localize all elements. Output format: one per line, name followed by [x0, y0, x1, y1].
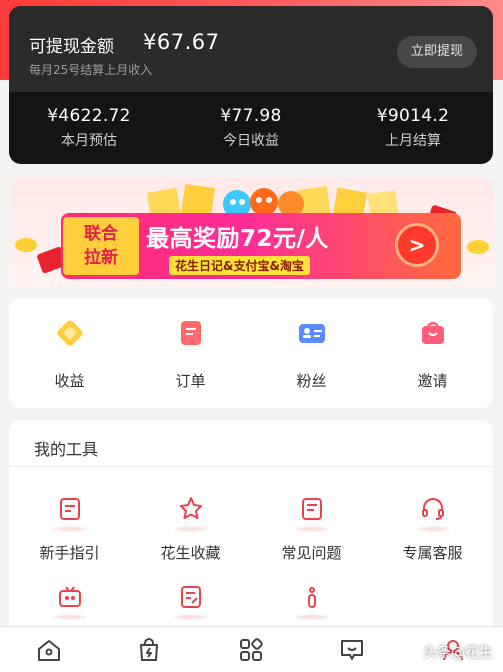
stat-label: 上月结算 [385, 133, 441, 149]
quick-item-label: 收益 [54, 372, 85, 390]
order-icon [181, 321, 201, 345]
banner-partners: 花生日记&支付宝&淘宝 [169, 256, 310, 275]
tv-icon [59, 586, 81, 607]
banner-tag-line1: 联合 [84, 224, 118, 244]
gold-coin-icon [15, 238, 37, 252]
tools-title: 我的工具 [34, 440, 99, 459]
tool-label: 常见问题 [281, 544, 342, 562]
tools-section: 我的工具 新手指引 花生收藏 常见问题 专属客服 [9, 420, 493, 660]
guide-icon [60, 498, 80, 520]
divider [9, 466, 493, 467]
fans-icon [299, 324, 325, 343]
banner-headline: 最高奖励72元/人 [146, 226, 329, 252]
apps-icon[interactable] [238, 637, 264, 663]
quick-item-label: 邀请 [417, 372, 448, 390]
tool-label: 新手指引 [39, 544, 100, 562]
withdrawable-title: 可提现金额 [29, 37, 114, 57]
quick-item-label: 订单 [175, 372, 206, 390]
watermark: 头条@花生 [423, 645, 493, 661]
quick-item-label: 粉丝 [296, 372, 327, 390]
tool-label: 花生收藏 [160, 544, 221, 562]
headset-icon [422, 498, 444, 520]
quick-item-fans[interactable]: 粉丝 [251, 298, 372, 408]
promo-banner[interactable]: 联合 拉新 最高奖励72元/人 花生日记&支付宝&淘宝 > [9, 178, 493, 288]
stat-today-income[interactable]: ¥77.98 今日收益 [171, 106, 331, 150]
quick-item-income[interactable]: 收益 [9, 298, 130, 408]
edit-doc-icon [181, 586, 201, 608]
info-icon [308, 587, 316, 608]
icon-shadow [174, 526, 208, 532]
settlement-note: 每月25号结算上月收入 [29, 63, 153, 77]
banner-tag: 联合 拉新 [63, 217, 139, 275]
tool-faq[interactable]: 常见问题 [251, 482, 372, 572]
home-icon[interactable] [36, 637, 62, 663]
quick-item-invite[interactable]: 邀请 [372, 298, 493, 408]
gold-coin-icon [467, 240, 489, 254]
banner-go-button[interactable]: > [395, 223, 439, 267]
icon-shadow [295, 526, 329, 532]
stat-value: ¥9014.2 [376, 106, 450, 126]
tool-customer-service[interactable]: 专属客服 [372, 482, 493, 572]
earnings-card: 可提现金额 ¥67.67 每月25号结算上月收入 立即提现 ¥4622.72 本… [9, 6, 493, 164]
star-icon [180, 497, 202, 519]
diamond-icon [57, 320, 83, 346]
tool-label: 专属客服 [402, 544, 463, 562]
stat-last-month[interactable]: ¥9014.2 上月结算 [333, 106, 493, 150]
stat-label: 今日收益 [223, 133, 279, 149]
withdraw-button[interactable]: 立即提现 [397, 36, 477, 68]
quick-item-orders[interactable]: 订单 [130, 298, 251, 408]
icon-shadow [416, 526, 450, 532]
tool-favorites[interactable]: 花生收藏 [130, 482, 251, 572]
quick-actions: 收益 订单 粉丝 邀请 [9, 298, 493, 408]
stat-value: ¥4622.72 [47, 106, 131, 126]
banner-main: 联合 拉新 最高奖励72元/人 花生日记&支付宝&淘宝 > [61, 213, 461, 279]
withdrawable-amount: ¥67.67 [143, 30, 220, 54]
invite-bag-icon [422, 321, 444, 344]
stat-month-estimate[interactable]: ¥4622.72 本月预估 [9, 106, 169, 150]
stat-label: 本月预估 [61, 133, 117, 149]
stat-value: ¥77.98 [220, 106, 282, 126]
icon-shadow [53, 614, 87, 620]
bag-icon[interactable] [136, 637, 162, 663]
icon-shadow [53, 526, 87, 532]
earnings-summary: 可提现金额 ¥67.67 每月25号结算上月收入 立即提现 [9, 6, 493, 92]
tool-guide[interactable]: 新手指引 [9, 482, 130, 572]
banner-tag-line2: 拉新 [84, 248, 118, 268]
faq-icon [302, 498, 322, 520]
icon-shadow [174, 614, 208, 620]
message-icon[interactable] [339, 637, 365, 663]
icon-shadow [295, 614, 329, 620]
